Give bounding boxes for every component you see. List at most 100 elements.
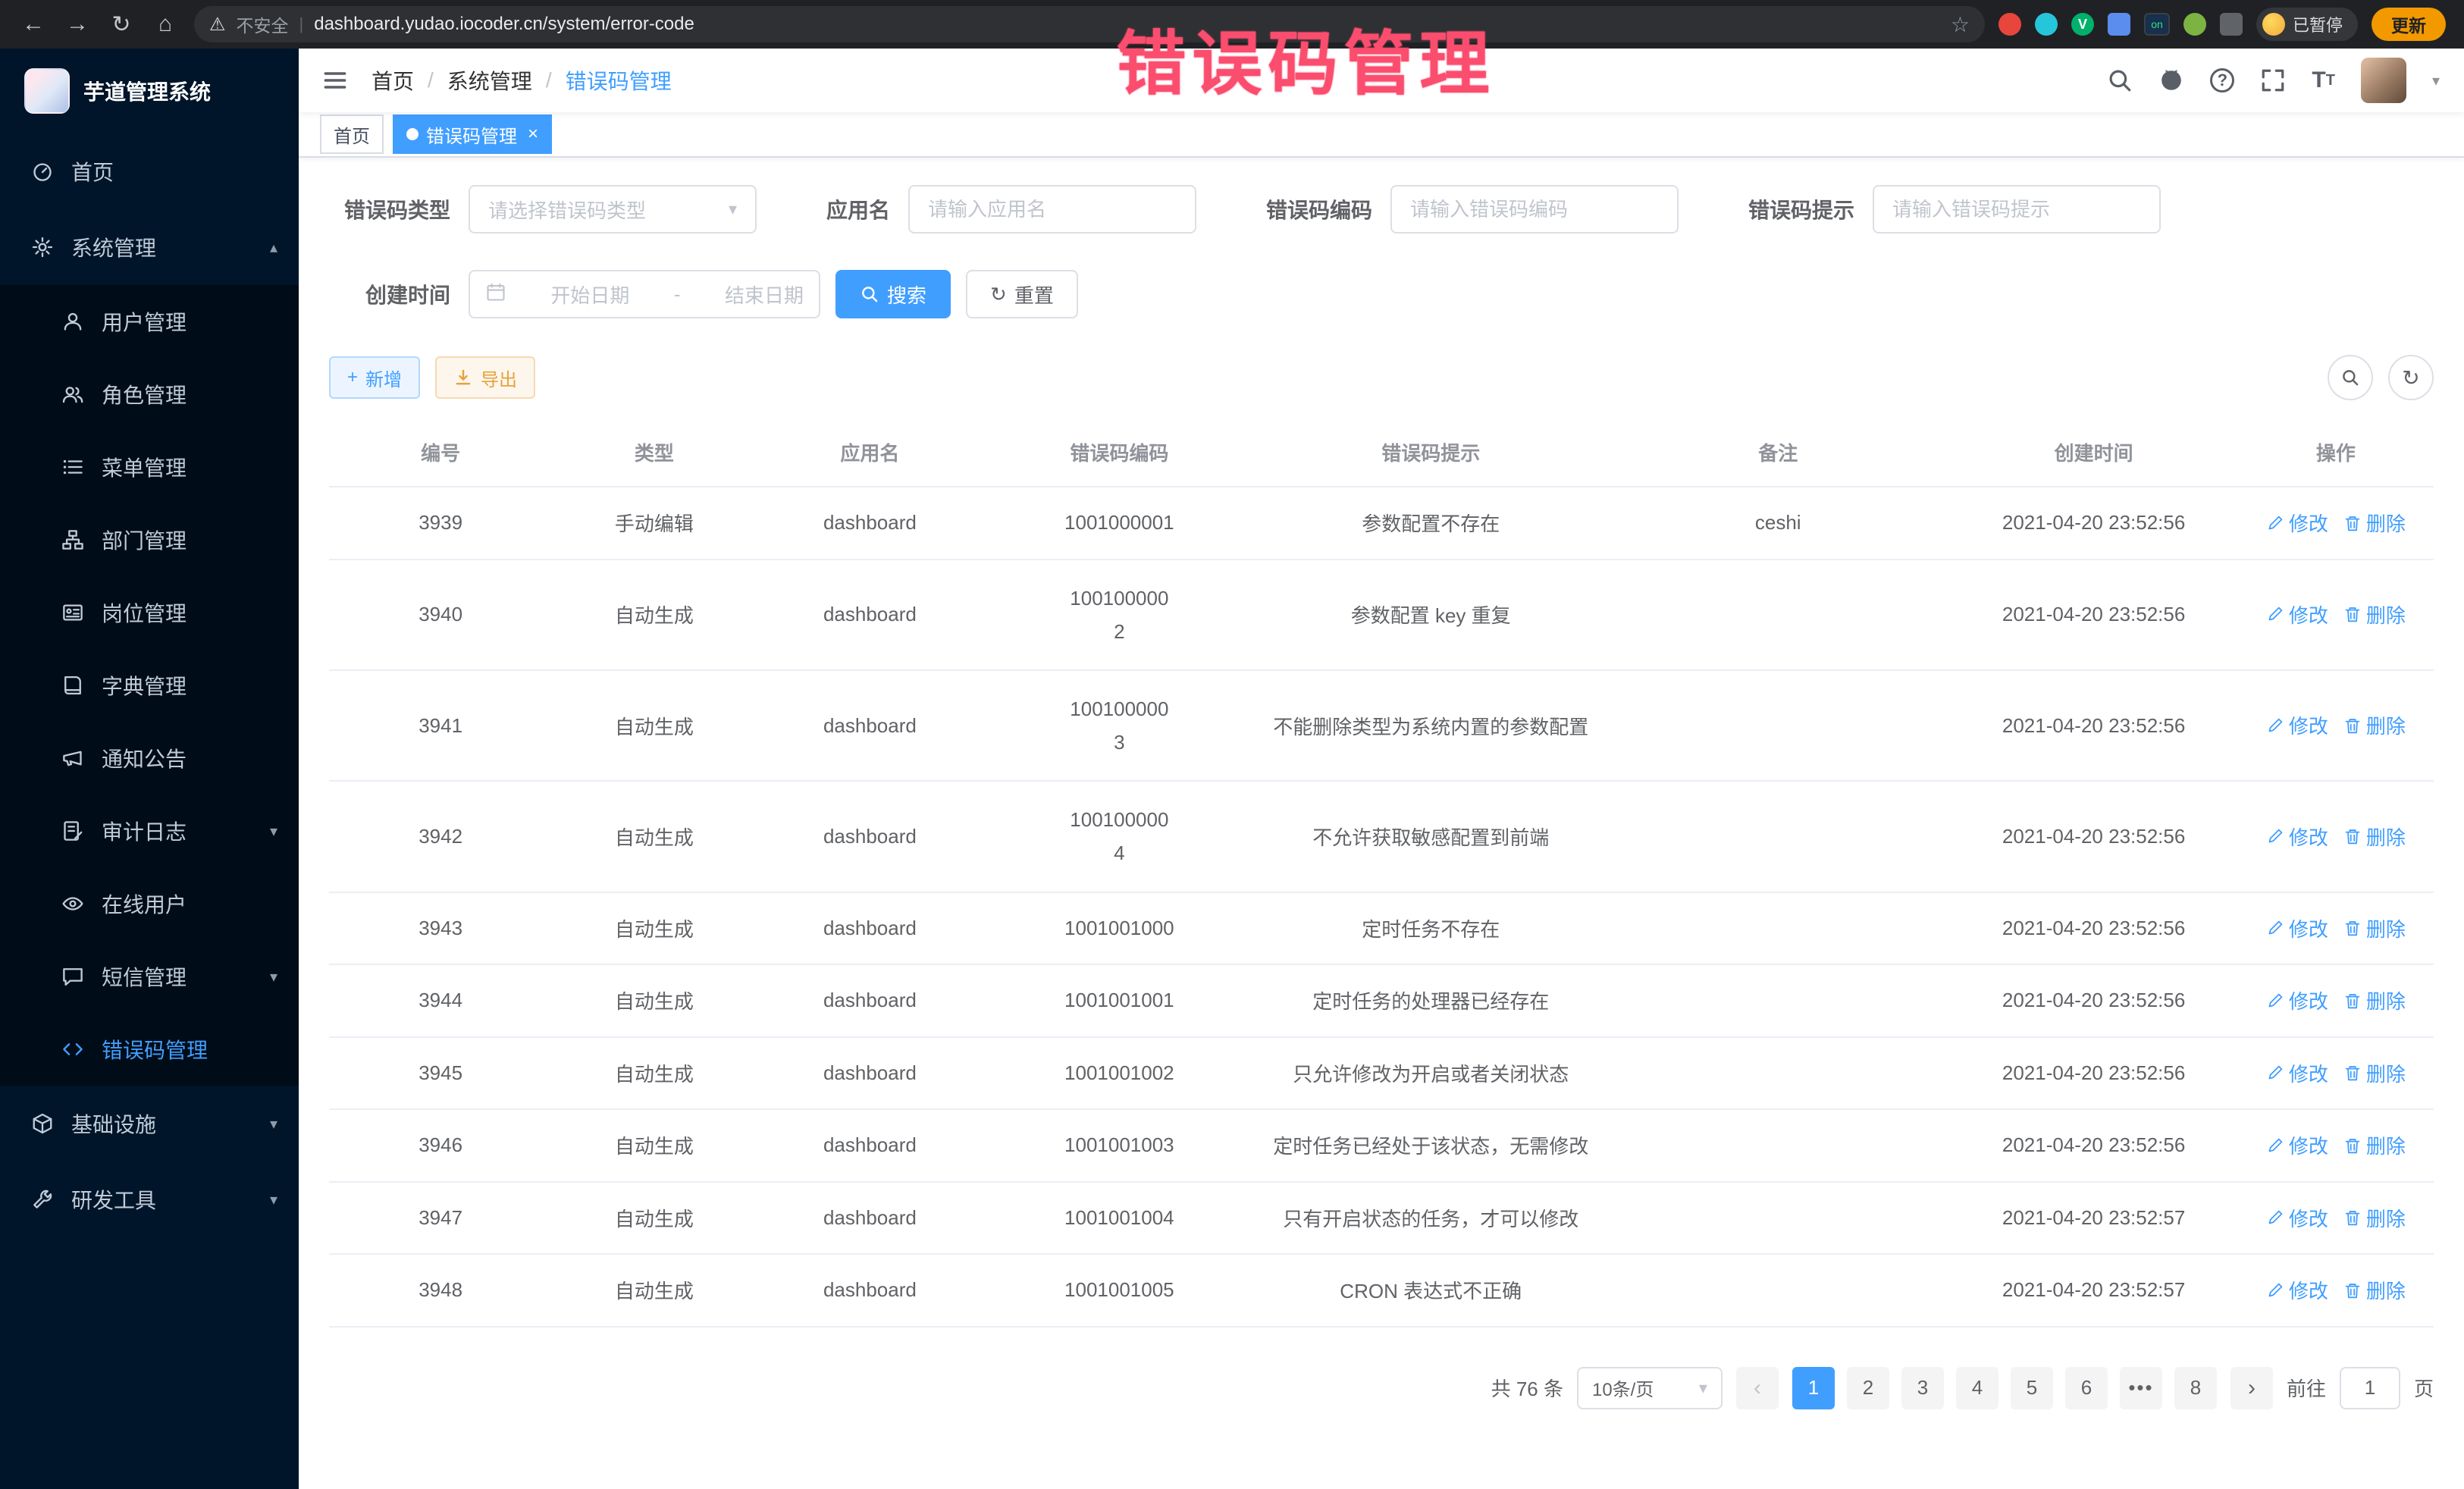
sidebar-item-roles[interactable]: 角色管理 — [0, 358, 299, 431]
page-button[interactable]: 6 — [2065, 1367, 2108, 1409]
close-icon[interactable]: × — [528, 125, 538, 143]
page-button[interactable]: 2 — [1847, 1367, 1889, 1409]
error-message-input[interactable] — [1892, 198, 2141, 221]
delete-link[interactable]: 删除 — [2343, 1059, 2406, 1087]
edit-link[interactable]: 修改 — [2266, 986, 2328, 1014]
sidebar-item-users[interactable]: 用户管理 — [0, 285, 299, 358]
delete-link[interactable]: 删除 — [2343, 711, 2406, 739]
add-button[interactable]: + 新增 — [329, 356, 420, 399]
next-page-button[interactable]: › — [2230, 1367, 2273, 1409]
delete-link[interactable]: 删除 — [2343, 914, 2406, 942]
col-id: 编号 — [329, 418, 552, 487]
pager-more-button[interactable]: ••• — [2120, 1367, 2162, 1409]
edit-link[interactable]: 修改 — [2266, 1276, 2328, 1304]
search-icon[interactable] — [2107, 67, 2133, 93]
font-size-icon[interactable]: TT — [2312, 69, 2335, 92]
app-name-input[interactable] — [928, 198, 1177, 221]
refresh-table-button[interactable]: ↻ — [2388, 355, 2434, 400]
leaf-extension-icon[interactable] — [2183, 13, 2206, 36]
sidebar-item-departments[interactable]: 部门管理 — [0, 503, 299, 576]
sidebar-item-error-codes[interactable]: 错误码管理 — [0, 1013, 299, 1086]
profile-chip[interactable]: 已暂停 — [2256, 8, 2358, 41]
error-code-input[interactable] — [1410, 198, 1659, 221]
tags-view: 首页 错误码管理 × — [299, 112, 2464, 158]
hamburger-icon[interactable] — [299, 67, 371, 94]
update-button[interactable]: 更新 — [2372, 8, 2446, 41]
sidebar-item-online-users[interactable]: 在线用户 — [0, 867, 299, 940]
sidebar-item-posts[interactable]: 岗位管理 — [0, 576, 299, 649]
edit-link[interactable]: 修改 — [2266, 509, 2328, 537]
address-separator: | — [299, 14, 304, 34]
delete-link[interactable]: 删除 — [2343, 1204, 2406, 1232]
grid-extension-icon[interactable] — [2108, 13, 2130, 36]
cell-type: 手动编辑 — [552, 487, 756, 560]
puzzle-extension-icon[interactable] — [2220, 13, 2243, 36]
reset-button[interactable]: ↻ 重置 — [966, 270, 1078, 318]
github-icon[interactable] — [2158, 67, 2184, 93]
help-icon[interactable]: ? — [2210, 68, 2234, 92]
page-button[interactable]: 5 — [2011, 1367, 2053, 1409]
back-icon[interactable]: ← — [18, 11, 49, 37]
page-button[interactable]: 1 — [1792, 1367, 1835, 1409]
export-button[interactable]: 导出 — [435, 356, 535, 399]
page-button[interactable]: 8 — [2174, 1367, 2217, 1409]
search-button[interactable]: 搜索 — [835, 270, 951, 318]
delete-link[interactable]: 删除 — [2343, 1131, 2406, 1159]
delete-link[interactable]: 删除 — [2343, 986, 2406, 1014]
page-button[interactable]: 4 — [1956, 1367, 1998, 1409]
cell-operations: 修改删除 — [2238, 1254, 2434, 1327]
sidebar-item-menus[interactable]: 菜单管理 — [0, 431, 299, 503]
tab-home[interactable]: 首页 — [320, 114, 384, 154]
app-logo[interactable]: 芋道管理系统 — [0, 49, 299, 133]
tab-error-codes[interactable]: 错误码管理 × — [393, 114, 552, 154]
goto-page-input[interactable] — [2340, 1367, 2400, 1409]
delete-link[interactable]: 删除 — [2343, 509, 2406, 537]
bookmark-star-icon[interactable]: ☆ — [1951, 12, 1970, 37]
home-icon[interactable]: ⌂ — [150, 11, 180, 37]
cell-type: 自动生成 — [552, 781, 756, 892]
reload-icon[interactable]: ↻ — [106, 11, 136, 38]
cell-message: 不允许获取敏感配置到前端 — [1255, 781, 1607, 892]
edit-link[interactable]: 修改 — [2266, 1204, 2328, 1232]
sidebar-item-sms[interactable]: 短信管理 ▾ — [0, 940, 299, 1013]
cell-app: dashboard — [757, 1254, 984, 1327]
col-operations: 操作 — [2238, 418, 2434, 487]
sidebar-item-devtools[interactable]: 研发工具 ▾ — [0, 1161, 299, 1237]
delete-link[interactable]: 删除 — [2343, 823, 2406, 851]
sidebar-item-system[interactable]: 系统管理 ▴ — [0, 209, 299, 285]
sidebar-item-announcements[interactable]: 通知公告 — [0, 722, 299, 795]
edit-link[interactable]: 修改 — [2266, 711, 2328, 739]
col-code: 错误码编码 — [983, 418, 1255, 487]
forward-icon[interactable]: → — [62, 11, 92, 37]
sidebar-item-dictionary[interactable]: 字典管理 — [0, 649, 299, 722]
sidebar-item-audit-logs[interactable]: 审计日志 ▾ — [0, 795, 299, 867]
breadcrumb-system[interactable]: 系统管理 — [447, 65, 532, 96]
fullscreen-icon[interactable] — [2260, 67, 2286, 93]
sidebar-item-home[interactable]: 首页 — [0, 133, 299, 209]
toggle-search-button[interactable] — [2328, 355, 2373, 400]
date-range-picker[interactable]: 开始日期 - 结束日期 — [469, 270, 820, 318]
prev-page-button[interactable]: ‹ — [1736, 1367, 1779, 1409]
vpn-extension-icon[interactable]: V — [2071, 13, 2094, 36]
active-dot — [406, 128, 419, 140]
page-button[interactable]: 3 — [1901, 1367, 1944, 1409]
edit-link[interactable]: 修改 — [2266, 1131, 2328, 1159]
adblock-extension-icon[interactable] — [1998, 13, 2021, 36]
edit-link[interactable]: 修改 — [2266, 823, 2328, 851]
drop-extension-icon[interactable] — [2035, 13, 2058, 36]
edit-link[interactable]: 修改 — [2266, 914, 2328, 942]
page-size-select[interactable]: 10条/页 ▾ — [1577, 1367, 1723, 1409]
avatar-caret-icon[interactable]: ▾ — [2432, 71, 2440, 90]
breadcrumb-home[interactable]: 首页 — [371, 65, 414, 96]
error-type-select[interactable]: 请选择错误码类型 ▾ — [469, 185, 757, 234]
security-label: 不安全 — [237, 11, 289, 37]
sidebar-item-infrastructure[interactable]: 基础设施 ▾ — [0, 1086, 299, 1161]
edit-link[interactable]: 修改 — [2266, 1059, 2328, 1087]
cell-created: 2021-04-20 23:52:56 — [1949, 1037, 2237, 1110]
address-bar[interactable]: ⚠ 不安全 | dashboard.yudao.iocoder.cn/syste… — [194, 6, 1985, 42]
delete-link[interactable]: 删除 — [2343, 600, 2406, 629]
edit-link[interactable]: 修改 — [2266, 600, 2328, 629]
delete-link[interactable]: 删除 — [2343, 1276, 2406, 1304]
avatar[interactable] — [2361, 58, 2406, 103]
on-badge-extension-icon[interactable]: on — [2144, 13, 2170, 36]
